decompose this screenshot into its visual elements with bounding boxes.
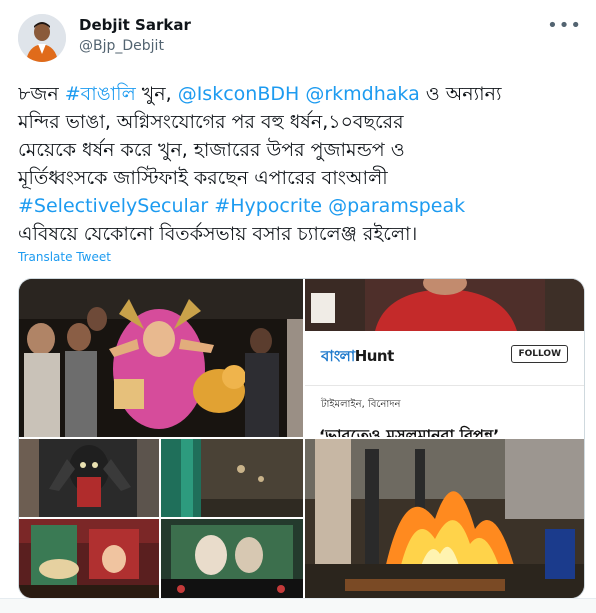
news-category: টাইমলাইন, বিনোদন [321, 399, 401, 410]
tweet-text-segment: ও অন্যান্য [419, 83, 502, 105]
more-dots-icon[interactable]: ••• [547, 15, 582, 36]
tweet-text: ৮জন #বাঙালি খুন, @IskconBDH @rkmdhaka ও … [18, 80, 583, 248]
tweet-text-segment: খুন, [135, 83, 178, 105]
avatar[interactable] [18, 14, 66, 62]
tweet-line: #SelectivelySecular #Hypocrite @paramspe… [18, 192, 583, 220]
tweet-text-segment: মন্দির ভাঙা, অগ্নিসংযোগের পর বহু ধর্ষন,১… [18, 111, 404, 133]
user-handle[interactable]: @Bjp_Debjit [79, 38, 164, 54]
hashtag-link[interactable]: #SelectivelySecular [18, 195, 208, 217]
tweet-line: মেয়েকে ধর্ষন করে খুন, হাজারের উপর পুজাম… [18, 136, 583, 164]
photo-broken-shrine-red[interactable] [19, 519, 159, 598]
hashtag-link[interactable]: #বাঙালি [65, 83, 136, 105]
tweet-footer-edge [0, 598, 596, 613]
tweet-line: মন্দির ভাঙা, অগ্নিসংযোগের পর বহু ধর্ষন,১… [18, 108, 583, 136]
media-grid: বাংলাHunt FOLLOW টাইমলাইন, বিনোদন ‘ভারতে… [18, 278, 585, 599]
card-body: বাংলাHunt FOLLOW টাইমলাইন, বিনোদন ‘ভারতে… [305, 331, 584, 437]
photo-kali-idol[interactable] [19, 439, 159, 517]
news-headline: ‘ভারতেও মুসলমানরা বিপন্ন’ [319, 426, 500, 437]
mention-link[interactable]: @IskconBDH [178, 83, 300, 105]
display-name[interactable]: Debjit Sarkar [79, 16, 191, 34]
tweet-text-segment: মূর্তিধ্বংসকে জাস্টিফাই করছেন এপারের বাং… [18, 167, 388, 189]
news-card-image[interactable]: বাংলাHunt FOLLOW টাইমলাইন, বিনোদন ‘ভারতে… [305, 279, 584, 437]
tweet-text-segment: এবিষয়ে যেকোনো বিতর্কসভায় বসার চ্যালেঞ্… [18, 223, 418, 245]
follow-button[interactable]: FOLLOW [511, 345, 568, 363]
tweet-line: মূর্তিধ্বংসকে জাস্টিফাই করছেন এপারের বাং… [18, 164, 583, 192]
mention-link[interactable]: @paramspeak [328, 195, 465, 217]
card-photo-strip [305, 279, 584, 331]
mention-link[interactable]: @rkmdhaka [305, 83, 419, 105]
news-logo: বাংলাHunt [321, 347, 394, 365]
translate-tweet-link[interactable]: Translate Tweet [18, 250, 111, 264]
photo-fire[interactable] [305, 439, 584, 598]
tweet-line: ৮জন #বাঙালি খুন, @IskconBDH @rkmdhaka ও … [18, 80, 583, 108]
divider [305, 385, 584, 386]
tweet: Debjit Sarkar @Bjp_Debjit ••• ৮জন #বাঙাল… [0, 0, 596, 613]
photo-durga-idol[interactable] [19, 279, 303, 437]
photo-damaged-shrine[interactable] [161, 439, 303, 517]
tweet-line: এবিষয়ে যেকোনো বিতর্কসভায় বসার চ্যালেঞ্… [18, 220, 583, 248]
hashtag-link[interactable]: #Hypocrite [214, 195, 322, 217]
tweet-text-segment: ৮জন [18, 83, 65, 105]
photo-shrine-idols[interactable] [161, 519, 303, 598]
tweet-text-segment: মেয়েকে ধর্ষন করে খুন, হাজারের উপর পুজাম… [18, 139, 405, 161]
